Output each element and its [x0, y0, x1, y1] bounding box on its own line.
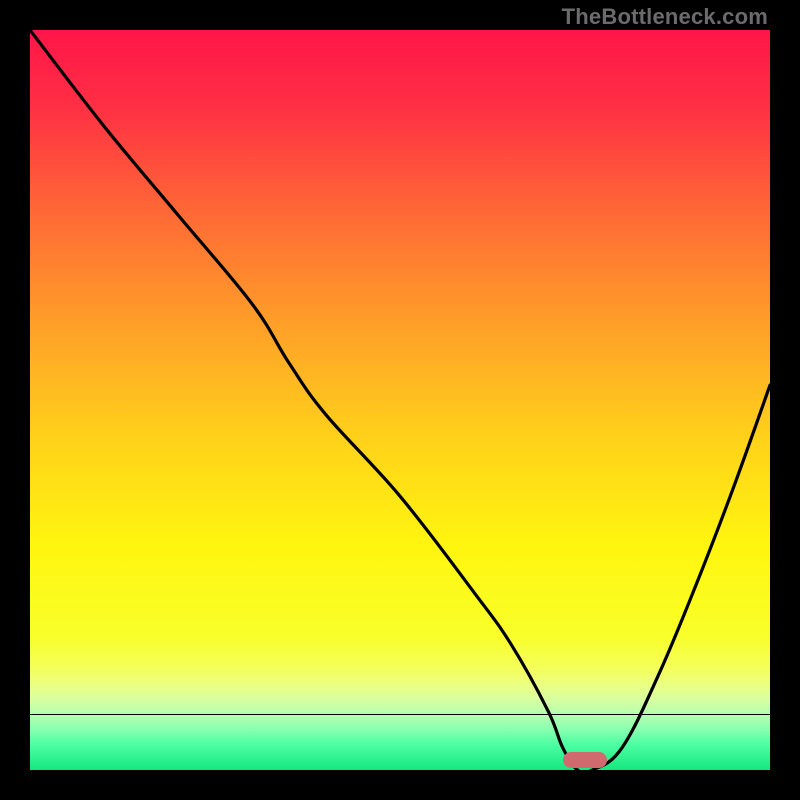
watermark-text: TheBottleneck.com: [562, 4, 768, 30]
chart-frame: TheBottleneck.com: [0, 0, 800, 800]
curve-layer: [30, 30, 770, 770]
optimal-marker: [563, 752, 607, 768]
plot-area: [30, 30, 770, 770]
bottleneck-curve: [30, 30, 770, 770]
